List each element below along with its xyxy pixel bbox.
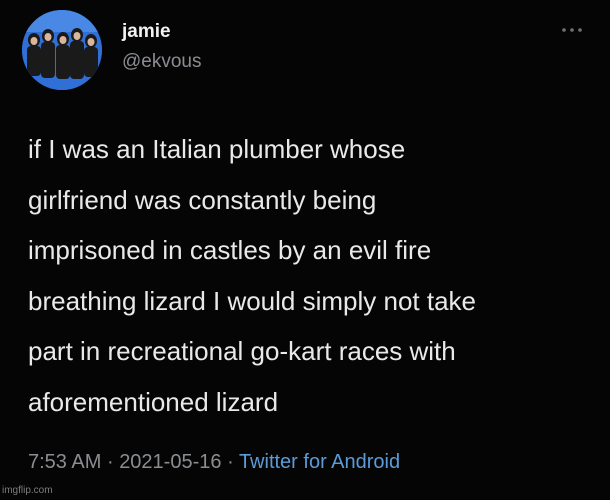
- tweet-meta: 7:53 AM · 2021-05-16 · Twitter for Andro…: [28, 449, 400, 475]
- tweet-card: jamie @ekvous if I was an Italian plumbe…: [0, 0, 610, 500]
- meta-separator: ·: [227, 451, 234, 473]
- tweet-source-link[interactable]: Twitter for Android: [239, 451, 400, 473]
- tweet-time[interactable]: 7:53 AM: [28, 451, 101, 473]
- tweet-date[interactable]: 2021-05-16: [119, 451, 221, 473]
- tweet-text-line: girlfriend was constantly being: [28, 184, 377, 215]
- tweet-text: if I was an Italian plumber whose girlfr…: [28, 124, 588, 427]
- tweet-text-line: part in recreational go-kart races with: [28, 336, 456, 366]
- tweet-text-line: if I was an Italian plumber whose: [28, 134, 406, 164]
- tweet-text-line: imprisoned in castles by an evil fire: [28, 235, 432, 265]
- avatar-image: [22, 10, 102, 90]
- user-handle[interactable]: @ekvous: [122, 50, 202, 74]
- tweet-text-line: breathing lizard I would simply not take: [28, 285, 477, 316]
- meta-separator: ·: [106, 451, 114, 473]
- avatar[interactable]: [22, 10, 102, 90]
- display-name[interactable]: jamie: [122, 20, 171, 44]
- tweet-text-line: aforementioned lizard: [28, 386, 279, 417]
- watermark: imgflip.com: [2, 485, 53, 496]
- more-dots-icon[interactable]: [560, 24, 584, 36]
